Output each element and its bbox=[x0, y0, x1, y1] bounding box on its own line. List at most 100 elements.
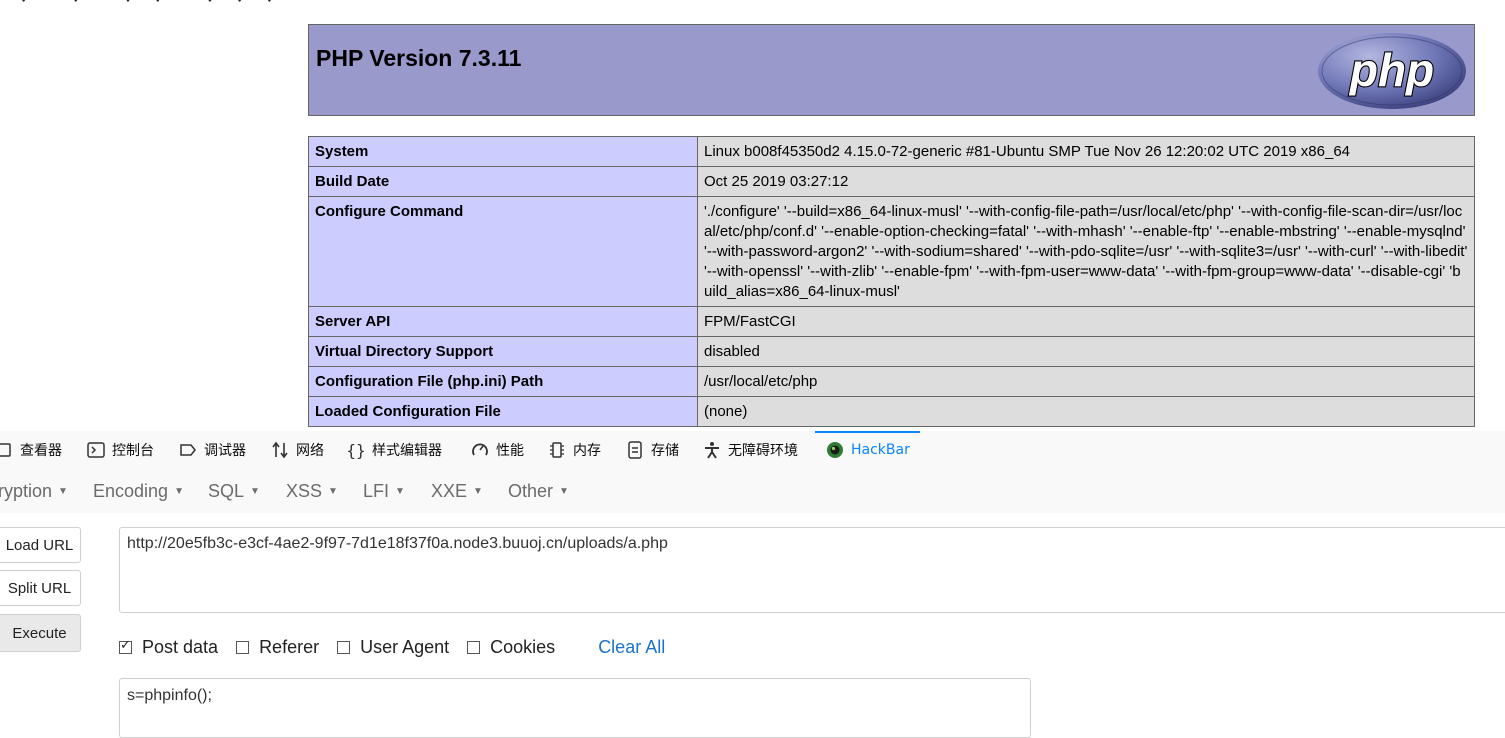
hackbar-body: Load URL Split URL Execute http://20e5fb… bbox=[0, 513, 1505, 738]
tab-label: HackBar bbox=[851, 442, 910, 458]
table-row: Configure Command './configure' '--build=… bbox=[308, 196, 1475, 307]
tab-style-editor[interactable]: {} 样式编辑器 bbox=[346, 431, 442, 469]
php-version-header: PHP Version 7.3.11 php bbox=[308, 24, 1475, 116]
tab-label: 控制台 bbox=[112, 443, 154, 459]
referer-checkbox[interactable] bbox=[236, 640, 250, 654]
row-key: Build Date bbox=[308, 166, 698, 197]
execute-button[interactable]: Execute bbox=[0, 614, 81, 652]
post-data-input[interactable]: s=phpinfo(); bbox=[119, 678, 1031, 738]
menu-other[interactable]: Other ▼ bbox=[508, 481, 569, 502]
menu-label: SQL bbox=[208, 481, 245, 501]
phpinfo-page: ✓ ✓ ✓✓ ✓✓✓ PHP Version 7.3.11 php System… bbox=[0, 0, 1505, 431]
menu-label: ryption bbox=[0, 481, 53, 501]
phpinfo-table: System Linux b008f45350d2 4.15.0-72-gener… bbox=[308, 136, 1475, 427]
caret-down-icon: ▼ bbox=[328, 486, 338, 497]
php-logo-icon: php bbox=[1318, 33, 1466, 109]
user-agent-checkbox[interactable] bbox=[337, 640, 351, 654]
menu-encryption[interactable]: ryption ▼ bbox=[0, 481, 68, 502]
menu-xxe[interactable]: XXE ▼ bbox=[431, 481, 483, 502]
row-key: Loaded Configuration File bbox=[308, 396, 698, 427]
hackbar-icon bbox=[825, 440, 845, 460]
tab-label: 网络 bbox=[296, 443, 324, 459]
accessibility-icon bbox=[702, 440, 722, 460]
tab-memory[interactable]: 内存 bbox=[547, 431, 601, 469]
tab-label: 性能 bbox=[496, 443, 524, 459]
style-editor-icon: {} bbox=[346, 440, 366, 460]
menu-sql[interactable]: SQL ▼ bbox=[208, 481, 260, 502]
post-data-option[interactable]: Post data bbox=[119, 637, 218, 658]
row-value: Oct 25 2019 03:27:12 bbox=[697, 166, 1475, 197]
row-value: disabled bbox=[697, 336, 1475, 367]
row-value: Linux b008f45350d2 4.15.0-72-generic #81… bbox=[697, 136, 1475, 167]
table-row: Loaded Configuration File (none) bbox=[308, 396, 1475, 427]
menu-lfi[interactable]: LFI ▼ bbox=[363, 481, 405, 502]
table-row: Virtual Directory Support disabled bbox=[308, 336, 1475, 367]
php-logo-text: php bbox=[1348, 44, 1434, 96]
debugger-icon bbox=[178, 440, 198, 460]
tab-network[interactable]: 网络 bbox=[270, 431, 324, 469]
tab-console[interactable]: 控制台 bbox=[86, 431, 154, 469]
storage-icon bbox=[625, 440, 645, 460]
tab-performance[interactable]: 性能 bbox=[470, 431, 524, 469]
request-options: Post data Referer User Agent Cookies Cle… bbox=[119, 635, 665, 659]
tab-label: 查看器 bbox=[20, 443, 62, 459]
caret-down-icon: ▼ bbox=[473, 486, 483, 497]
row-value: FPM/FastCGI bbox=[697, 306, 1475, 337]
cookies-option[interactable]: Cookies bbox=[467, 637, 555, 658]
tab-label: 调试器 bbox=[204, 443, 246, 459]
row-key: Configuration File (php.ini) Path bbox=[308, 366, 698, 397]
row-key: Configure Command bbox=[308, 196, 698, 307]
tab-accessibility[interactable]: 无障碍环境 bbox=[702, 431, 798, 469]
tab-hackbar[interactable]: HackBar bbox=[815, 431, 920, 469]
tab-label: 存储 bbox=[651, 443, 679, 459]
row-key: System bbox=[308, 136, 698, 167]
console-icon bbox=[86, 440, 106, 460]
caret-down-icon: ▼ bbox=[250, 486, 260, 497]
menu-encoding[interactable]: Encoding ▼ bbox=[93, 481, 184, 502]
load-url-button[interactable]: Load URL bbox=[0, 527, 81, 563]
post-data-checkbox[interactable] bbox=[119, 637, 132, 654]
php-version-title: PHP Version 7.3.11 bbox=[316, 45, 522, 71]
menu-xss[interactable]: XSS ▼ bbox=[286, 481, 338, 502]
tab-debugger[interactable]: 调试器 bbox=[178, 431, 246, 469]
tab-label: 无障碍环境 bbox=[728, 443, 798, 459]
tab-label: 内存 bbox=[573, 443, 601, 459]
tab-inspector[interactable]: 查看器 bbox=[0, 431, 62, 469]
menu-label: LFI bbox=[363, 481, 390, 501]
devtools-tab-bar: 查看器 控制台 调试器 网络 {} 样式编辑器 性能 内存 存储 无障碍环境 H… bbox=[0, 431, 1505, 470]
table-row: System Linux b008f45350d2 4.15.0-72-gener… bbox=[308, 136, 1475, 167]
performance-icon bbox=[470, 440, 490, 460]
url-input[interactable]: http://20e5fb3c-e3cf-4ae2-9f97-7d1e18f37… bbox=[119, 527, 1505, 613]
devtools-panel: 查看器 控制台 调试器 网络 {} 样式编辑器 性能 内存 存储 无障碍环境 H… bbox=[0, 431, 1505, 738]
table-row: Server API FPM/FastCGI bbox=[308, 306, 1475, 337]
cookies-checkbox[interactable] bbox=[467, 640, 481, 654]
tab-storage[interactable]: 存储 bbox=[625, 431, 679, 469]
split-url-button[interactable]: Split URL bbox=[0, 570, 81, 606]
caret-down-icon: ▼ bbox=[174, 486, 184, 497]
caret-down-icon: ▼ bbox=[395, 486, 405, 497]
table-row: Configuration File (php.ini) Path/usr/lo… bbox=[308, 366, 1475, 397]
memory-icon bbox=[547, 440, 567, 460]
option-label: Post data bbox=[142, 636, 219, 657]
top-marks: ✓ ✓ ✓✓ ✓✓✓ bbox=[20, 0, 295, 7]
menu-label: Encoding bbox=[93, 481, 169, 501]
option-label: User Agent bbox=[360, 636, 450, 657]
caret-down-icon: ▼ bbox=[58, 486, 68, 497]
option-label: Cookies bbox=[490, 636, 556, 657]
row-key: Virtual Directory Support bbox=[308, 336, 698, 367]
hackbar-menu-bar: ryption ▼ Encoding ▼ SQL ▼ XSS ▼ LFI ▼ XXE ▼ O… bbox=[0, 469, 1505, 514]
inspector-icon bbox=[0, 440, 14, 460]
user-agent-option[interactable]: User Agent bbox=[337, 637, 449, 658]
network-icon bbox=[270, 440, 290, 460]
clear-all-link[interactable]: Clear All bbox=[598, 637, 665, 658]
referer-option[interactable]: Referer bbox=[236, 637, 319, 658]
row-key: Server API bbox=[308, 306, 698, 337]
table-row: Build Date Oct 25 2019 03:27:12 bbox=[308, 166, 1475, 197]
row-value: /usr/local/etc/php bbox=[697, 366, 1475, 397]
caret-down-icon: ▼ bbox=[559, 486, 569, 497]
menu-label: XXE bbox=[431, 481, 468, 501]
menu-label: Other bbox=[508, 481, 554, 501]
row-value: './configure' '--build=x86_64-linux-musl… bbox=[697, 196, 1475, 307]
menu-label: XSS bbox=[286, 481, 323, 501]
tab-label: 样式编辑器 bbox=[372, 443, 442, 459]
